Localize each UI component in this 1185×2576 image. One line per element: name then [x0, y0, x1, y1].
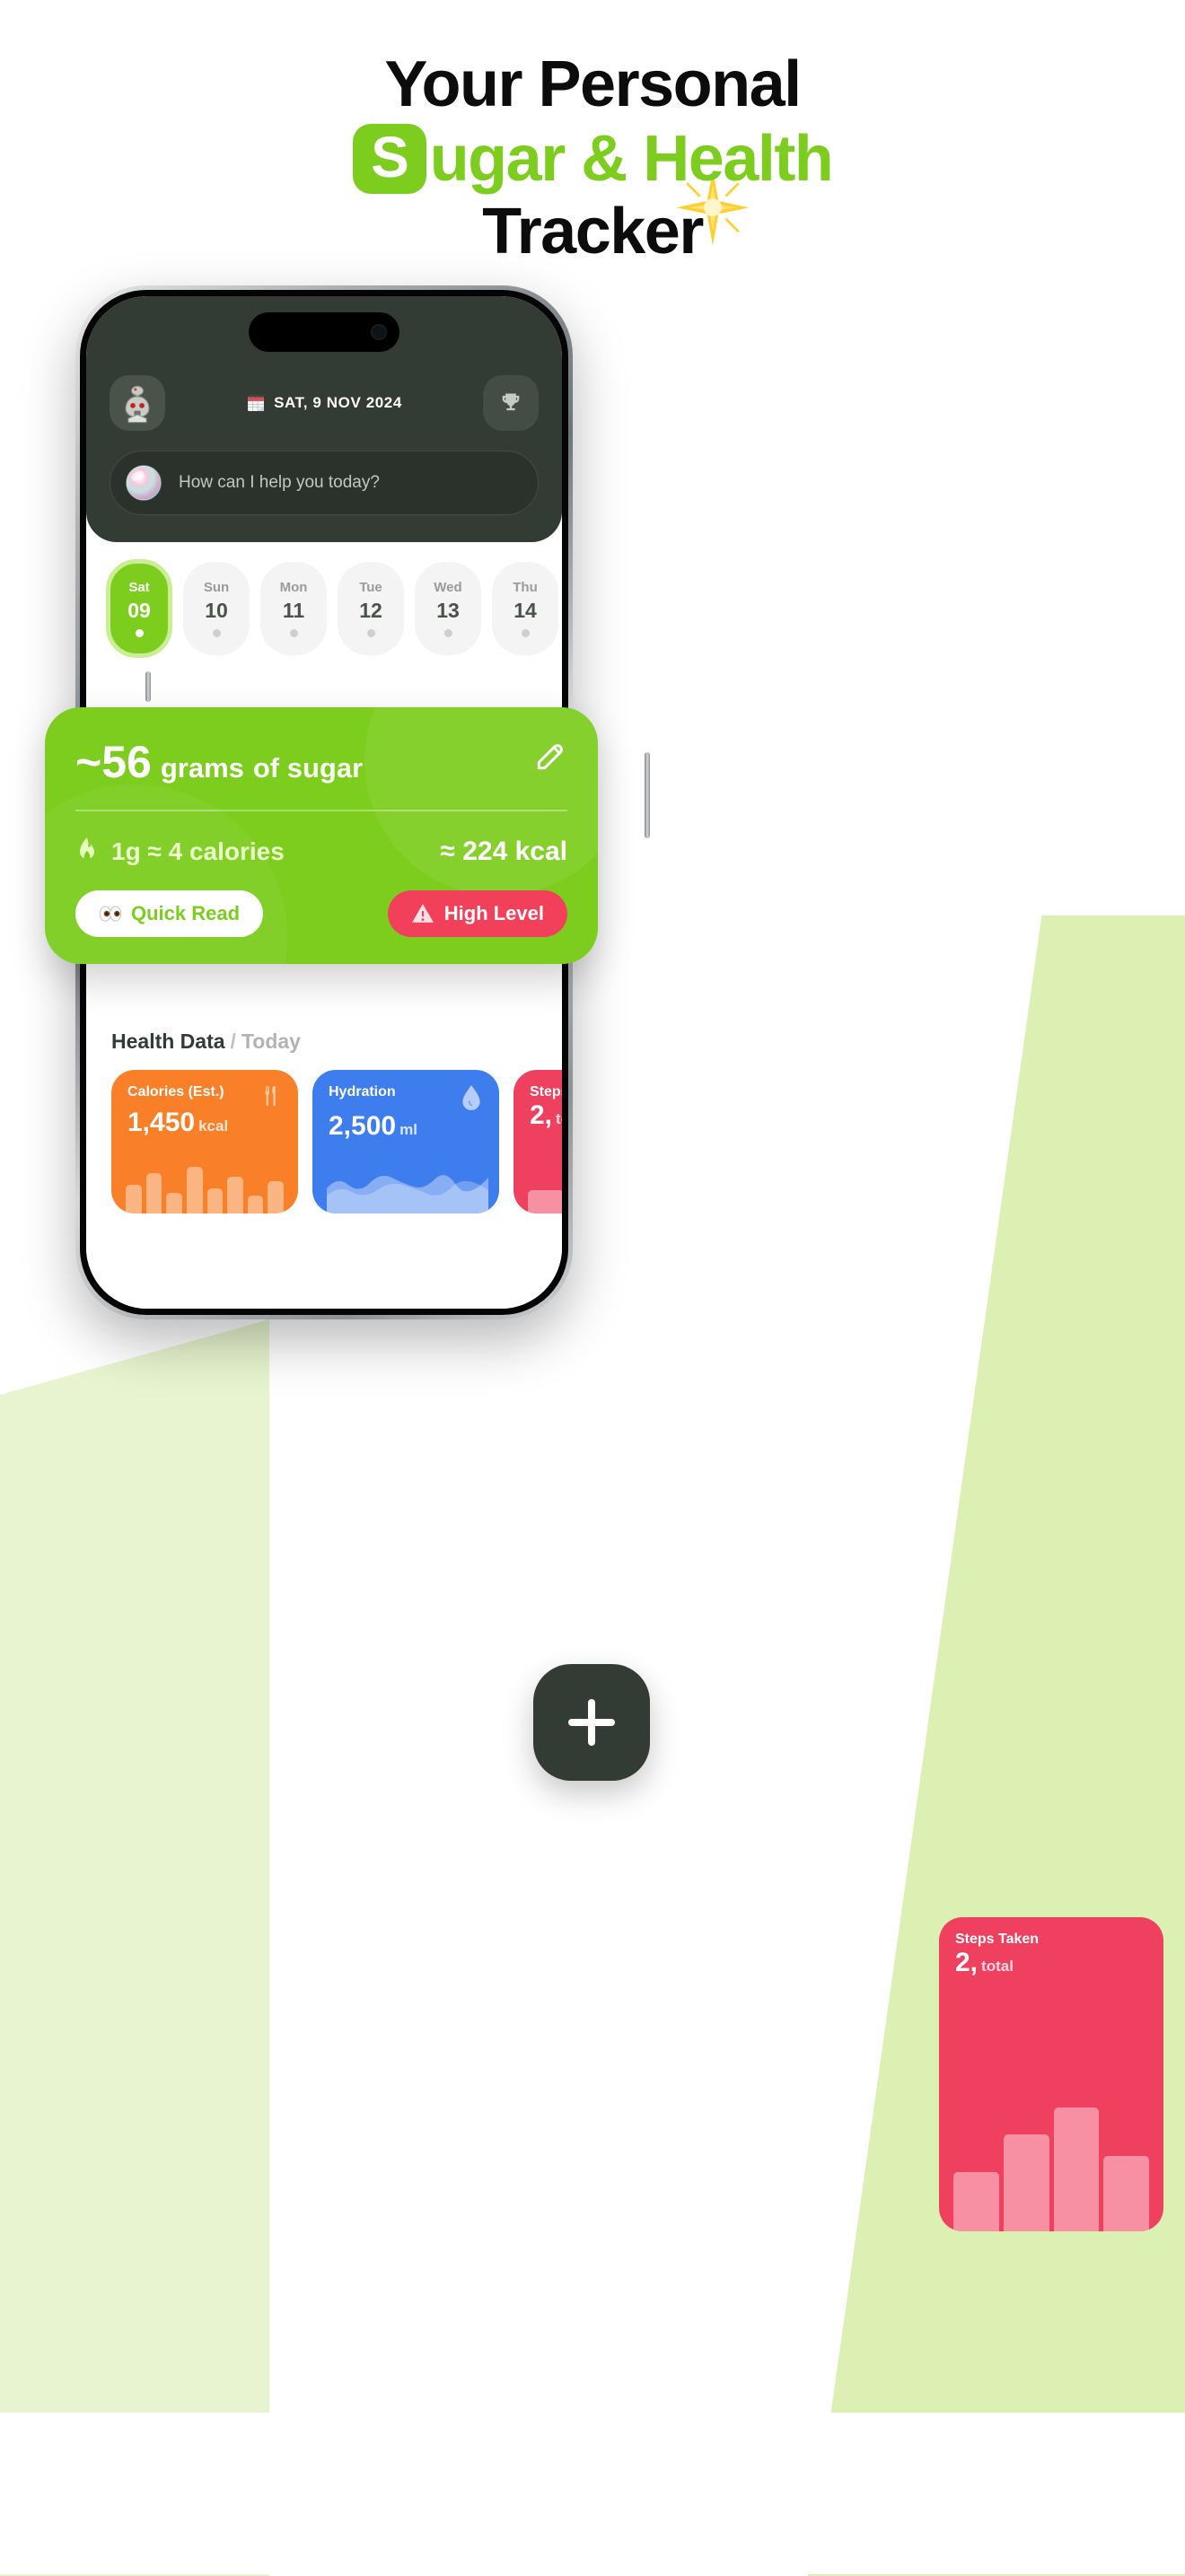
sugar-conversion: 1g ≈ 4 calories	[75, 837, 285, 866]
stat-card-value: 2,500	[329, 1111, 397, 1141]
health-data-separator: /	[230, 1030, 236, 1053]
health-stat-cards: Calories (Est.) 1,450 kcal Hydration 2,5…	[86, 1054, 562, 1214]
stat-card-label: Steps Taken	[530, 1084, 562, 1100]
day-selector[interactable]: Sat 09 Sun 10 Mon 11 Tue 12 Wed 13 Thu 1…	[86, 542, 562, 672]
day-pill-tue[interactable]: Tue 12	[338, 562, 404, 655]
ai-orb-icon	[126, 465, 162, 501]
achievements-button[interactable]	[482, 375, 539, 431]
day-pill-wed[interactable]: Wed 13	[415, 562, 481, 655]
day-pill-dow: Wed	[434, 580, 462, 595]
calendar-emoji-icon	[248, 394, 264, 411]
stat-card-hydration[interactable]: Hydration 2,500 ml	[312, 1070, 499, 1214]
sugar-conversion-text: 1g ≈ 4 calories	[111, 837, 285, 865]
day-pill-num: 14	[514, 599, 537, 622]
health-data-subtitle: Today	[241, 1030, 301, 1053]
stat-card-unit: kcal	[198, 1117, 229, 1135]
hero-line-2-text: ugar & Health	[429, 123, 834, 196]
water-drop-icon	[462, 1085, 480, 1110]
assistant-placeholder: How can I help you today?	[179, 473, 380, 492]
sugar-approx: ~	[75, 737, 102, 787]
stat-card-value: 2,	[530, 1100, 553, 1130]
flame-icon	[80, 837, 94, 861]
trophy-icon	[502, 393, 520, 411]
day-pill-dot	[443, 629, 452, 637]
day-pill-num: 12	[359, 599, 382, 622]
day-pill-dot	[289, 629, 298, 637]
stat-card-label: Steps Taken	[955, 1932, 1040, 1947]
current-date: SAT, 9 NOV 2024	[246, 393, 402, 413]
stat-card-unit: total	[556, 1110, 562, 1127]
stat-card-bar-chart	[953, 2097, 1149, 2231]
health-data-title: Health Data	[111, 1030, 225, 1053]
front-camera-icon	[371, 324, 387, 340]
stat-card-value: 1,450	[127, 1108, 196, 1137]
hero-line-3-wrap: Tracker	[482, 171, 750, 268]
dynamic-island	[249, 312, 399, 352]
edit-pencil-icon[interactable]	[533, 740, 567, 774]
stat-card-label: Calories (Est.)	[127, 1084, 224, 1100]
day-pill-num: 10	[205, 599, 228, 622]
day-pill-dow: Thu	[513, 580, 538, 595]
background-wedge-left	[0, 1319, 269, 2576]
fork-knife-icon	[265, 1086, 276, 1106]
eyes-emoji-icon	[99, 906, 122, 922]
stat-card-label: Hydration	[329, 1084, 396, 1100]
date-text: SAT, 9 NOV 2024	[274, 394, 402, 411]
day-pill-dot	[135, 629, 144, 637]
day-pill-dow: Sun	[203, 580, 230, 595]
sugar-grams-label: grams	[160, 752, 244, 784]
day-pill-dot	[521, 629, 530, 637]
day-pill-num: 09	[127, 599, 151, 622]
stat-card-steps-overflow[interactable]: Steps Taken 2, total	[939, 1917, 1163, 2231]
stat-card-calories[interactable]: Calories (Est.) 1,450 kcal	[111, 1070, 298, 1214]
day-pill-dow: Tue	[359, 580, 382, 595]
robot-avatar-icon	[125, 385, 150, 424]
sugar-value: 56	[101, 737, 152, 787]
health-data-heading: Health Data / Today	[86, 1006, 562, 1054]
quick-read-label: Quick Read	[131, 902, 241, 924]
hero-line-3: Tracker	[482, 196, 704, 268]
day-pill-thu[interactable]: Thu 14	[492, 562, 558, 655]
sugar-of-label: of sugar	[252, 752, 364, 784]
day-pill-mon[interactable]: Mon 11	[260, 562, 327, 655]
background-base	[0, 2413, 1185, 2574]
day-pill-dot	[212, 629, 221, 637]
day-pill-dot	[366, 629, 375, 637]
day-pill-dow: Mon	[279, 580, 308, 595]
stat-card-value: 2,	[955, 1948, 979, 1977]
app-header: SAT, 9 NOV 2024 How can I help you today…	[86, 296, 562, 542]
day-pill-sat[interactable]: Sat 09	[106, 559, 172, 658]
hero-line-1: Your Personal	[384, 48, 802, 120]
stat-card-wave-chart	[327, 1175, 488, 1214]
stat-card-bar-chart	[126, 1161, 284, 1214]
stat-card-unit: total	[981, 1958, 1014, 1975]
stat-card-bar-chart	[528, 1161, 562, 1214]
day-pill-num: 13	[436, 599, 460, 622]
sugar-summary-card: ~56 grams of sugar 1g ≈ 4 calories ≈ 224…	[45, 707, 598, 964]
sugar-s-badge: S	[352, 124, 426, 195]
day-pill-num: 11	[282, 599, 305, 622]
background-wedge-right	[808, 916, 1185, 2576]
sugar-level-badge[interactable]: High Level	[387, 890, 567, 937]
sugar-level-label: High Level	[443, 902, 544, 924]
stat-card-unit: ml	[399, 1121, 417, 1138]
day-pill-dow: Sat	[128, 580, 150, 595]
warning-triangle-icon	[411, 904, 434, 923]
day-pill-sun[interactable]: Sun 10	[183, 562, 250, 655]
sugar-total-kcal: ≈ 224 kcal	[440, 837, 567, 866]
card-divider	[75, 810, 567, 811]
sugar-amount: ~56 grams of sugar	[75, 740, 363, 784]
avatar[interactable]	[110, 375, 165, 431]
power-button[interactable]	[645, 752, 650, 838]
quick-read-button[interactable]: Quick Read	[75, 890, 264, 937]
hero-line-2: S ugar & Health	[0, 123, 1185, 196]
silent-switch[interactable]	[145, 671, 151, 702]
add-entry-button[interactable]	[533, 1664, 650, 1781]
hero-headline: Your Personal S ugar & Health Tracker	[0, 50, 1185, 267]
ai-assistant-bar[interactable]: How can I help you today?	[110, 451, 539, 515]
stat-card-steps[interactable]: Steps Taken 2,total	[514, 1070, 562, 1214]
